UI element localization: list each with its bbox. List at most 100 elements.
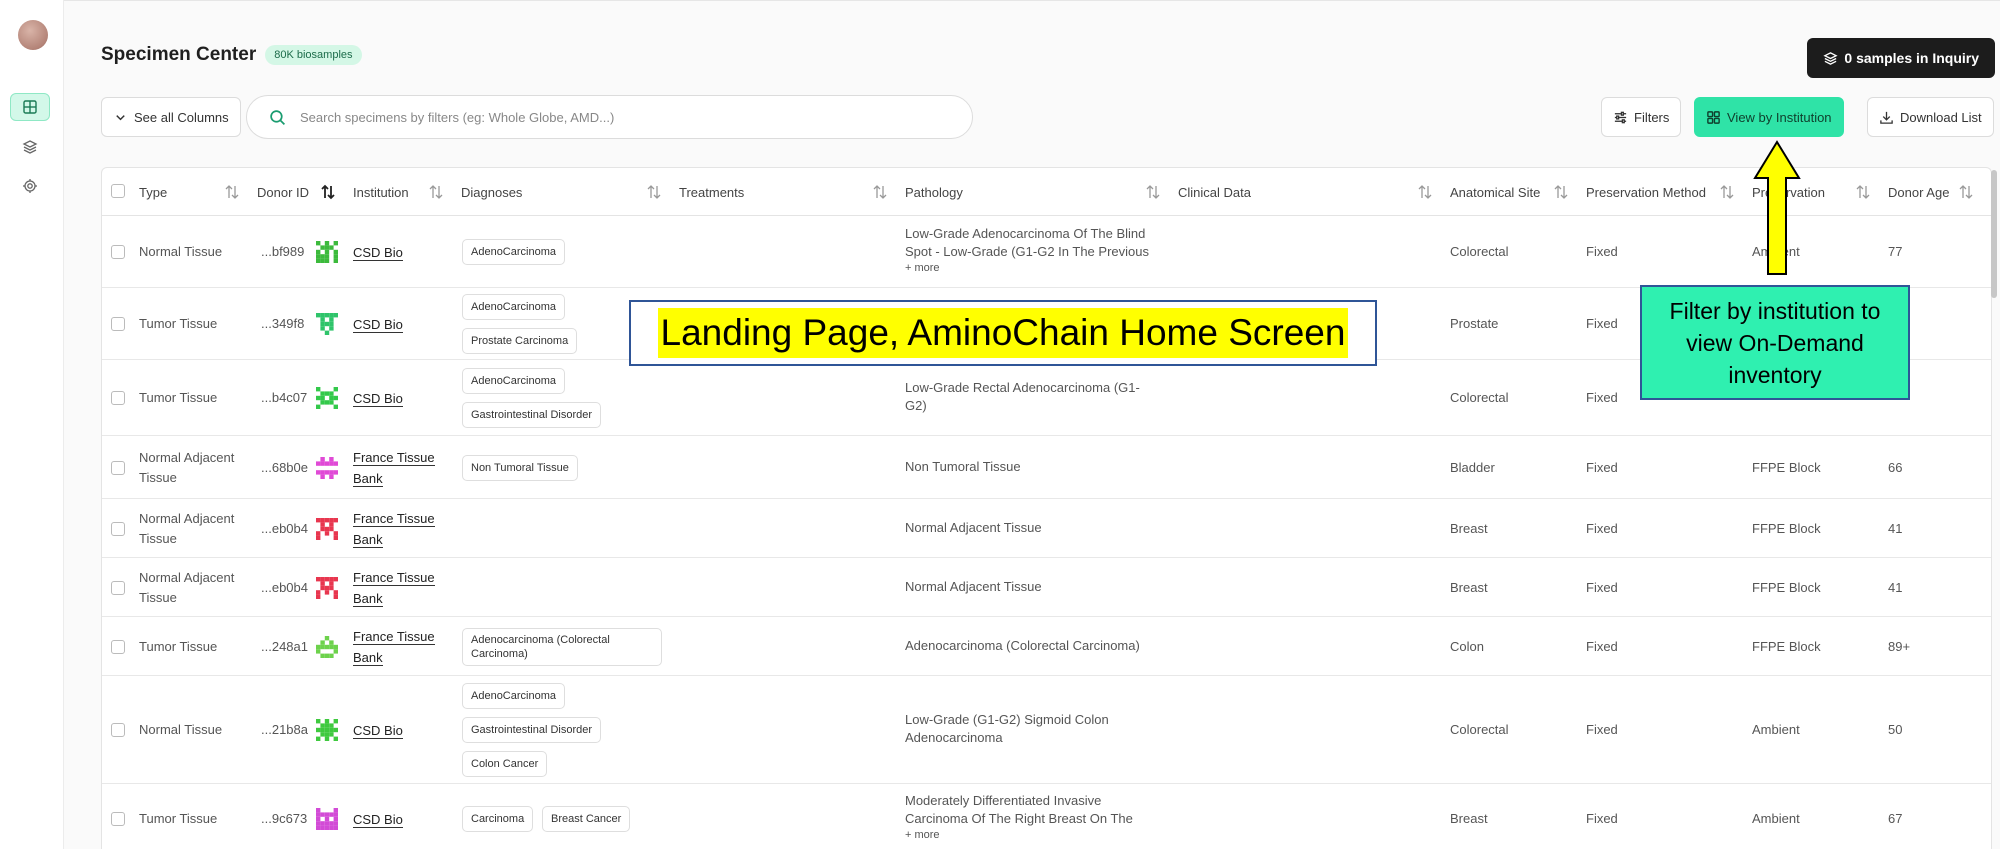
sort-icon[interactable] xyxy=(1958,183,1974,201)
sort-icon[interactable] xyxy=(1719,183,1735,201)
sort-icon[interactable] xyxy=(1553,183,1569,201)
view-by-institution-button[interactable]: View by Institution xyxy=(1694,97,1844,137)
column-header-anatomical-site[interactable]: Anatomical Site xyxy=(1450,168,1540,216)
select-all-checkbox[interactable] xyxy=(111,184,125,198)
institution-link[interactable]: France Tissue Bank xyxy=(353,508,435,550)
annotation-callout: Filter by institution to view On-Demand … xyxy=(1640,285,1910,400)
sort-icon[interactable] xyxy=(428,183,444,201)
type-cell: Tumor Tissue xyxy=(139,809,251,829)
pathology-cell: Normal Adjacent Tissue xyxy=(905,578,1165,596)
row-checkbox[interactable] xyxy=(111,391,125,405)
institution-link[interactable]: France Tissue Bank xyxy=(353,626,435,668)
type-cell: Normal Adjacent Tissue xyxy=(139,509,251,549)
row-checkbox[interactable] xyxy=(111,460,125,475)
pathology-text: Normal Adjacent Tissue xyxy=(905,579,1042,594)
sliders-icon xyxy=(1614,111,1627,123)
sort-active-icon[interactable] xyxy=(320,183,336,201)
type-cell: Tumor Tissue xyxy=(139,388,251,408)
column-header-preservation-method[interactable]: Preservation Method xyxy=(1586,168,1706,216)
column-header-institution[interactable]: Institution xyxy=(353,168,409,216)
row-checkbox[interactable] xyxy=(111,521,125,536)
institution-link[interactable]: France Tissue Bank xyxy=(353,447,435,489)
search-bar[interactable] xyxy=(246,95,973,139)
institution-link[interactable]: CSD Bio xyxy=(353,388,403,409)
preservation-method-cell: Fixed xyxy=(1586,244,1618,259)
table-row[interactable]: Normal Adjacent Tissue ...eb0b4 France Tiss… xyxy=(102,558,1991,617)
filters-button[interactable]: Filters xyxy=(1601,97,1682,137)
sort-icon[interactable] xyxy=(646,183,662,201)
row-checkbox[interactable] xyxy=(111,580,125,595)
institution-link[interactable]: CSD Bio xyxy=(353,720,403,741)
layers-nav-button[interactable] xyxy=(10,133,50,161)
type-cell: Normal Tissue xyxy=(139,720,251,740)
donor-identicon-icon xyxy=(316,635,338,658)
inquiry-button[interactable]: 0 samples in Inquiry xyxy=(1807,38,1995,78)
institution-link[interactable]: CSD Bio xyxy=(353,809,403,830)
type-cell: Normal Adjacent Tissue xyxy=(139,568,251,608)
sort-icon[interactable] xyxy=(1417,183,1433,201)
table-scrollbar[interactable] xyxy=(1991,170,1997,298)
column-header-type[interactable]: Type xyxy=(139,168,167,216)
view-by-institution-label: View by Institution xyxy=(1727,109,1832,125)
column-header-donor-age[interactable]: Donor Age xyxy=(1888,168,1949,216)
diagnosis-tag: Carcinoma xyxy=(462,806,534,832)
column-header-donor-id[interactable]: Donor ID xyxy=(257,168,309,216)
pathology-text: Adenocarcinoma (Colorectal Carcinoma) xyxy=(905,638,1140,653)
table-row[interactable]: Normal Adjacent Tissue ...68b0e France Tiss… xyxy=(102,436,1991,499)
column-header-clinical-data[interactable]: Clinical Data xyxy=(1178,168,1251,216)
column-header-treatments[interactable]: Treatments xyxy=(679,168,744,216)
institution-link[interactable]: France Tissue Bank xyxy=(353,567,435,609)
download-list-button[interactable]: Download List xyxy=(1867,97,1994,137)
sort-icon[interactable] xyxy=(224,183,240,201)
row-checkbox[interactable] xyxy=(111,245,125,259)
type-text: Normal Tissue xyxy=(139,722,223,737)
institution-link[interactable]: CSD Bio xyxy=(353,242,403,263)
row-checkbox[interactable] xyxy=(111,812,125,826)
donor-identicon-icon xyxy=(316,456,338,479)
pathology-text: Carcinoma Of The Right Breast On The xyxy=(905,811,1133,827)
diagnosis-tag: AdenoCarcinoma xyxy=(462,683,565,709)
sort-icon[interactable] xyxy=(1855,183,1871,201)
table-row[interactable]: Normal Tissue ...21b8a CSD Bio AdenoCarcino… xyxy=(102,676,1991,784)
donor-identicon-icon xyxy=(316,313,338,335)
anatomical-site-cell: Breast xyxy=(1450,811,1488,826)
see-all-columns-button[interactable]: See all Columns xyxy=(101,97,241,137)
more-link[interactable]: + more xyxy=(905,828,1165,842)
sort-icon[interactable] xyxy=(872,183,888,201)
table-row[interactable]: Normal Adjacent Tissue ...eb0b4 France Tiss… xyxy=(102,499,1991,558)
donor-age-cell: 41 xyxy=(1888,579,1903,595)
grid-nav-button[interactable] xyxy=(10,93,50,121)
row-checkbox[interactable] xyxy=(111,639,125,654)
column-header-diagnoses[interactable]: Diagnoses xyxy=(461,168,522,216)
institution-link[interactable]: CSD Bio xyxy=(353,314,403,335)
avatar[interactable] xyxy=(18,20,48,50)
institution-text: France Tissue xyxy=(353,510,435,527)
pathology-text: G2) xyxy=(905,398,927,413)
more-link[interactable]: + more xyxy=(905,261,1165,275)
search-input[interactable] xyxy=(300,109,940,125)
donor-identicon-icon xyxy=(316,808,338,830)
type-text: Tumor Tissue xyxy=(139,316,218,331)
anatomical-site-cell: Colorectal xyxy=(1450,244,1509,259)
preservation-method-cell: Fixed xyxy=(1586,390,1618,405)
diagnosis-tag: Colon Cancer xyxy=(462,751,548,777)
biosample-count-badge: 80K biosamples xyxy=(265,45,362,65)
anatomical-site-cell: Bladder xyxy=(1450,459,1495,475)
settings-nav-button[interactable] xyxy=(10,172,50,200)
institution-text: Bank xyxy=(353,649,383,666)
institution-text: CSD Bio xyxy=(353,811,403,828)
sort-icon[interactable] xyxy=(1145,183,1161,201)
type-cell: Tumor Tissue xyxy=(139,314,251,334)
table-row[interactable]: Tumor Tissue ...9c673 CSD Bio Carcinoma Brea… xyxy=(102,784,1991,849)
row-checkbox[interactable] xyxy=(111,317,125,331)
table-row[interactable]: Normal Tissue ...bf989 CSD Bio AdenoCarcino… xyxy=(102,216,1991,288)
row-checkbox[interactable] xyxy=(111,723,125,737)
column-header-pathology[interactable]: Pathology xyxy=(905,168,963,216)
pathology-cell: Low-Grade (G1-G2) Sigmoid Colon Adenocarc… xyxy=(905,711,1165,747)
preservation-cell: FFPE Block xyxy=(1752,579,1821,595)
pathology-text: Low-Grade (G1-G2) Sigmoid Colon xyxy=(905,712,1109,727)
institution-text: CSD Bio xyxy=(353,722,403,739)
preservation-cell: FFPE Block xyxy=(1752,638,1821,654)
table-row[interactable]: Tumor Tissue ...248a1 France Tissue Bank Ade… xyxy=(102,617,1991,676)
preservation-method-cell: Fixed xyxy=(1586,638,1618,654)
